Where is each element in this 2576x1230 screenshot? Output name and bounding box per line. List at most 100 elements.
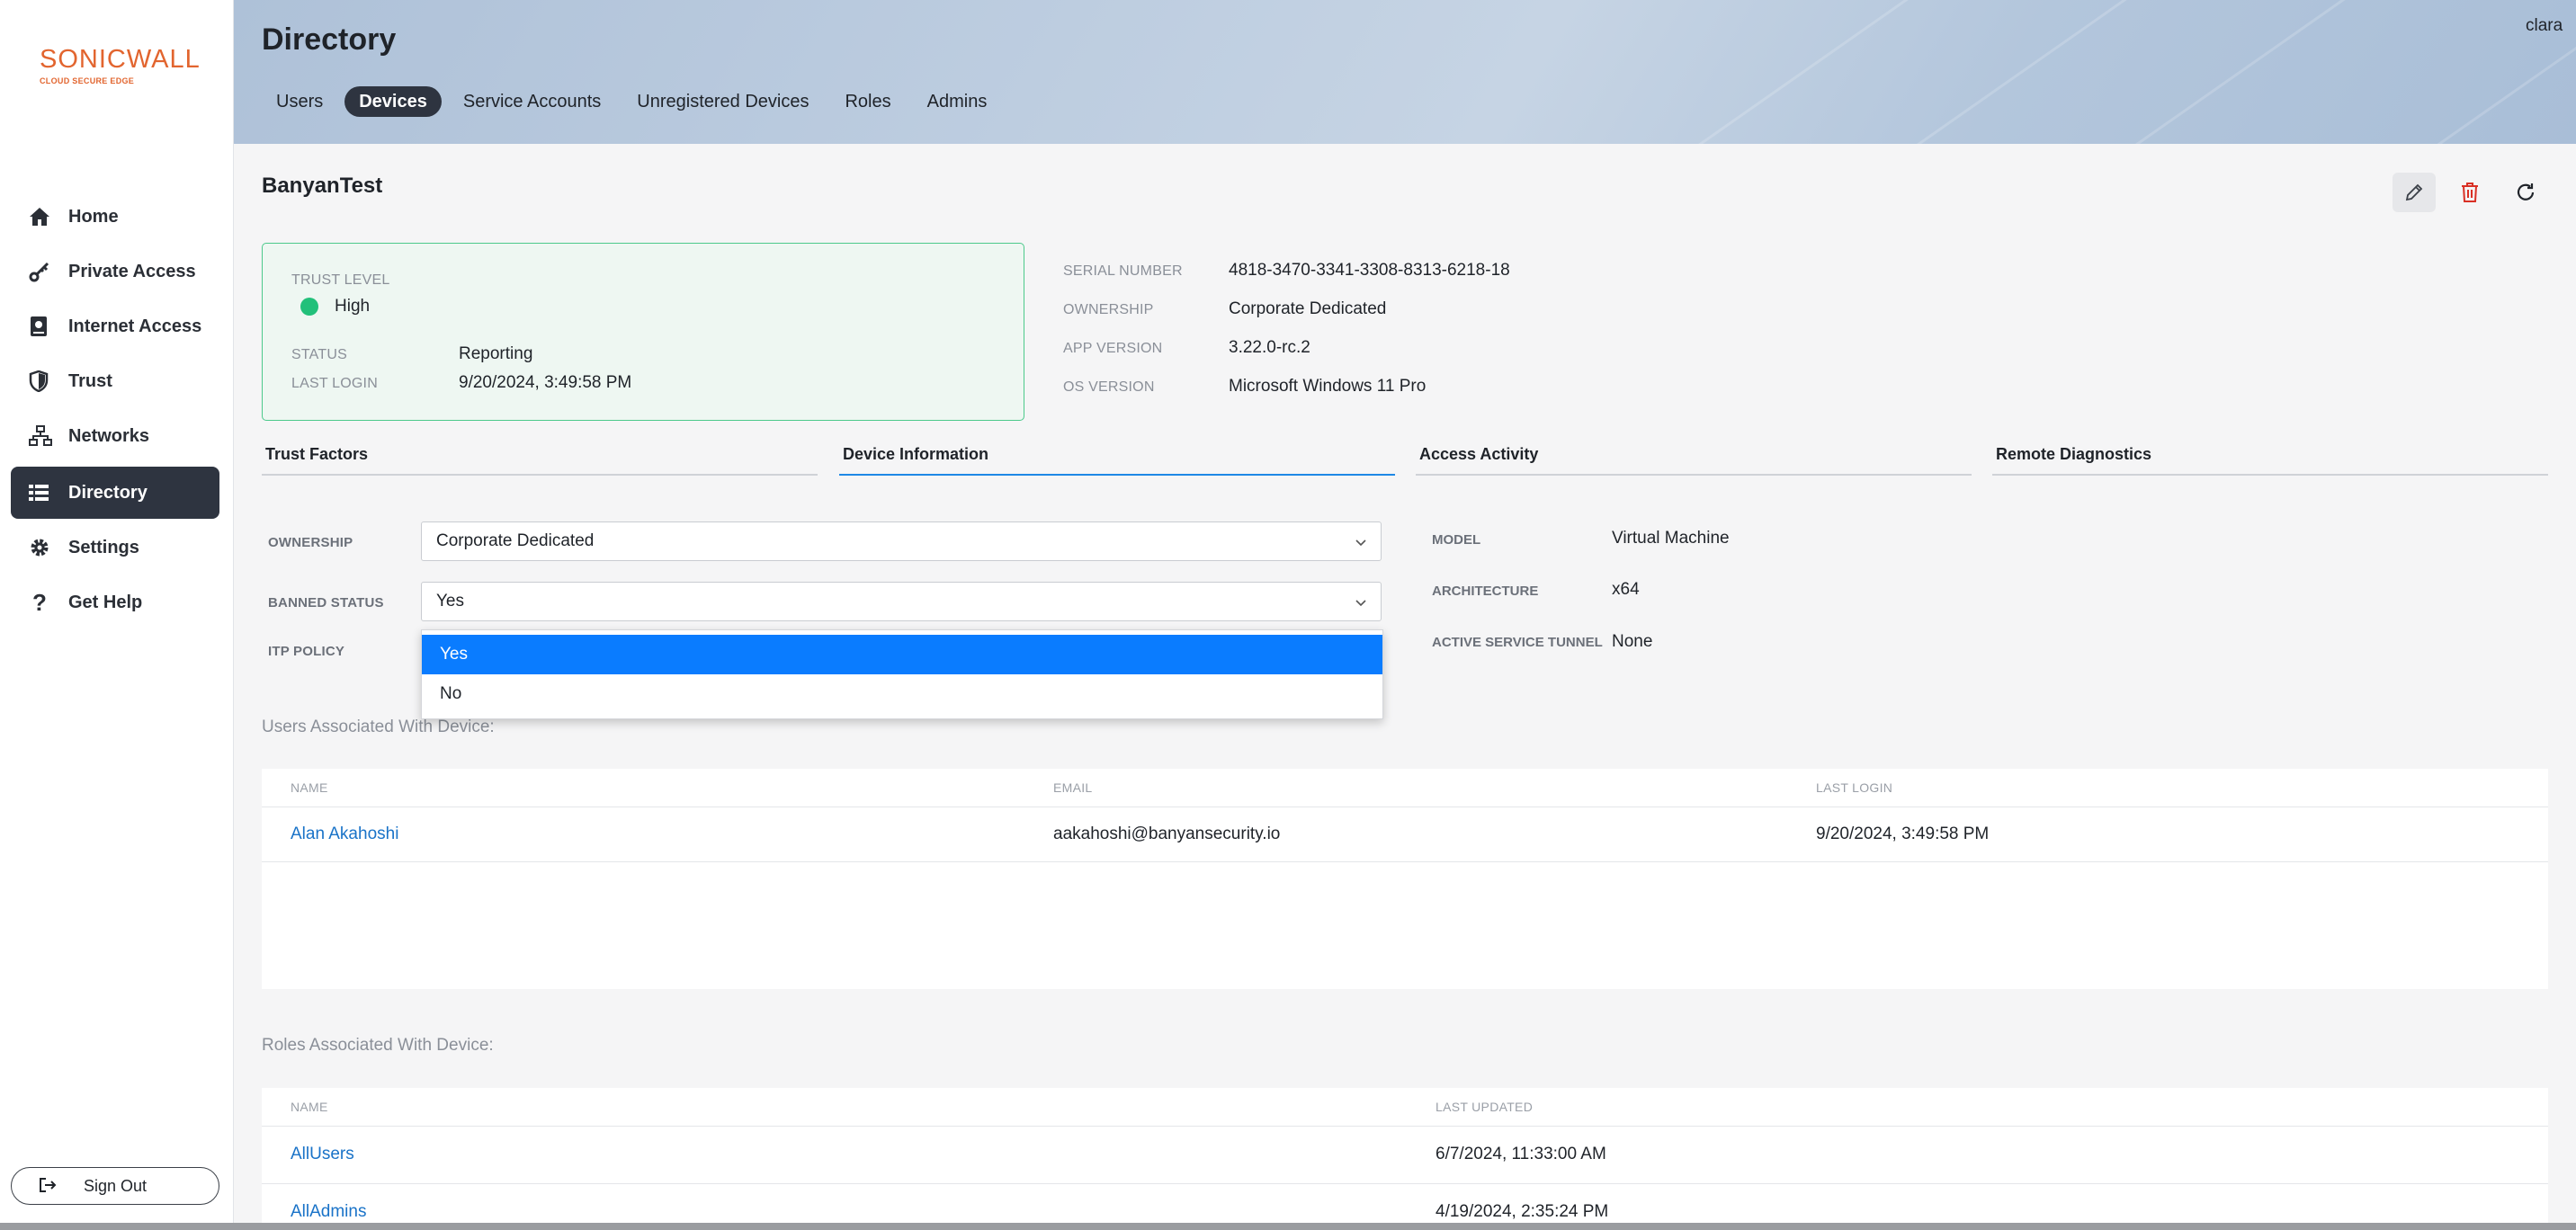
header-decoration xyxy=(1695,0,2576,144)
trash-icon xyxy=(2462,183,2478,202)
sonicwall-logo[interactable]: SONICWALL CLOUD SECURE EDGE xyxy=(40,45,201,85)
model-value: Virtual Machine xyxy=(1612,529,1730,548)
tab-roles[interactable]: Roles xyxy=(830,86,905,117)
subtab-access-activity[interactable]: Access Activity xyxy=(1416,445,1972,476)
sidebar-item-label: Get Help xyxy=(68,592,143,612)
chevron-down-icon xyxy=(1355,600,1366,607)
trust-summary-card: TRUST LEVEL High STATUS Reporting LAST L… xyxy=(262,243,1024,421)
dropdown-option-yes[interactable]: Yes xyxy=(422,635,1382,674)
sidebar-item-internet-access[interactable]: Internet Access xyxy=(11,300,219,352)
edit-button[interactable] xyxy=(2393,173,2436,212)
active-service-tunnel-label: ACTIVE SERVICE TUNNEL xyxy=(1432,635,1603,650)
column-header-name: NAME xyxy=(291,780,328,795)
refresh-icon xyxy=(2517,183,2535,201)
sidebar-item-label: Settings xyxy=(68,537,139,557)
banned-status-value: Yes xyxy=(436,592,464,611)
app-version-label: APP VERSION xyxy=(1063,341,1163,356)
sign-out-label: Sign Out xyxy=(83,1176,148,1195)
sidebar-item-label: Home xyxy=(68,206,119,227)
list-icon xyxy=(29,481,56,504)
model-label: MODEL xyxy=(1432,532,1481,548)
key-icon xyxy=(29,260,56,283)
subtab-remote-diagnostics[interactable]: Remote Diagnostics xyxy=(1992,445,2548,476)
users-section-title: Users Associated With Device: xyxy=(262,718,495,736)
delete-button[interactable] xyxy=(2448,173,2491,212)
ownership-select-value: Corporate Dedicated xyxy=(436,531,595,550)
tab-admins[interactable]: Admins xyxy=(913,86,1002,117)
ownership-value: Corporate Dedicated xyxy=(1229,299,1387,318)
sidebar-item-get-help[interactable]: ? Get Help xyxy=(11,576,219,628)
sidebar-item-settings[interactable]: Settings xyxy=(11,521,219,574)
sign-out-button[interactable]: Sign Out xyxy=(11,1167,219,1205)
pencil-icon xyxy=(2405,183,2423,201)
trust-level-value: High xyxy=(335,297,371,316)
sign-out-icon xyxy=(39,1177,57,1198)
column-header-last-updated: LAST UPDATED xyxy=(1436,1100,1534,1114)
device-title: BanyanTest xyxy=(262,174,383,198)
directory-tabs: Users Devices Service Accounts Unregiste… xyxy=(262,86,1001,117)
tab-devices[interactable]: Devices xyxy=(344,86,442,117)
sidebar-item-private-access[interactable]: Private Access xyxy=(11,245,219,298)
app-version-value: 3.22.0-rc.2 xyxy=(1229,338,1310,357)
roles-table: NAME LAST UPDATED AllUsers 6/7/2024, 11:… xyxy=(262,1088,2548,1223)
dropdown-option-no[interactable]: No xyxy=(422,674,1382,714)
ownership-field-label: OWNERSHIP xyxy=(268,535,353,550)
network-icon xyxy=(29,424,56,448)
window-bottom-edge xyxy=(0,1223,2576,1230)
role-name-link[interactable]: AllUsers xyxy=(291,1145,354,1164)
role-last-updated: 4/19/2024, 2:35:24 PM xyxy=(1436,1202,1609,1221)
question-icon: ? xyxy=(32,588,47,616)
serial-number-value: 4818-3470-3341-3308-8313-6218-18 xyxy=(1229,261,1510,280)
banned-status-label: BANNED STATUS xyxy=(268,595,384,611)
sidebar-item-networks[interactable]: Networks xyxy=(11,410,219,462)
active-service-tunnel-value: None xyxy=(1612,632,1653,651)
sidebar-item-label: Private Access xyxy=(68,261,196,281)
sidebar-item-label: Networks xyxy=(68,425,150,446)
current-user[interactable]: clara xyxy=(2526,16,2563,36)
user-last-login: 9/20/2024, 3:49:58 PM xyxy=(1816,824,1990,843)
table-row[interactable]: AllUsers 6/7/2024, 11:33:00 AM xyxy=(262,1126,2548,1183)
sidebar: SONICWALL CLOUD SECURE EDGE Home Private… xyxy=(0,0,234,1223)
users-table: NAME EMAIL LAST LOGIN Alan Akahoshi aaka… xyxy=(262,769,2548,989)
architecture-label: ARCHITECTURE xyxy=(1432,584,1539,599)
banned-status-select[interactable]: Yes xyxy=(421,582,1382,621)
book-icon xyxy=(29,315,56,338)
logo-wordmark: SONICWALL xyxy=(40,45,201,74)
column-header-email: EMAIL xyxy=(1053,780,1093,795)
tab-unregistered-devices[interactable]: Unregistered Devices xyxy=(622,86,823,117)
subtab-device-information[interactable]: Device Information xyxy=(839,445,1395,476)
column-header-last-login: LAST LOGIN xyxy=(1816,780,1893,795)
banned-status-dropdown: Yes No xyxy=(421,629,1383,719)
ownership-select[interactable]: Corporate Dedicated xyxy=(421,521,1382,561)
sidebar-item-label: Trust xyxy=(68,370,112,391)
sidebar-item-home[interactable]: Home xyxy=(11,191,219,243)
role-name-link[interactable]: AllAdmins xyxy=(291,1202,366,1222)
status-label: STATUS xyxy=(291,347,347,362)
tab-users[interactable]: Users xyxy=(262,86,337,117)
itp-policy-label: ITP POLICY xyxy=(268,644,345,659)
os-version-label: OS VERSION xyxy=(1063,379,1155,395)
refresh-button[interactable] xyxy=(2504,173,2547,212)
serial-number-label: SERIAL NUMBER xyxy=(1063,263,1183,279)
subtab-trust-factors[interactable]: Trust Factors xyxy=(262,445,818,476)
tab-service-accounts[interactable]: Service Accounts xyxy=(449,86,615,117)
header-decoration xyxy=(1426,0,2460,144)
os-version-value: Microsoft Windows 11 Pro xyxy=(1229,377,1427,396)
trust-level-label: TRUST LEVEL xyxy=(291,272,390,288)
last-login-label: LAST LOGIN xyxy=(291,376,378,391)
page-title: Directory xyxy=(262,22,397,57)
user-email: aakahoshi@banyansecurity.io xyxy=(1053,824,1281,843)
page-header: Directory Users Devices Service Accounts… xyxy=(234,0,2576,144)
ownership-label: OWNERSHIP xyxy=(1063,302,1154,317)
last-login-value: 9/20/2024, 3:49:58 PM xyxy=(459,373,632,392)
column-header-name: NAME xyxy=(291,1100,328,1114)
role-last-updated: 6/7/2024, 11:33:00 AM xyxy=(1436,1145,1606,1163)
architecture-value: x64 xyxy=(1612,580,1640,599)
sidebar-item-label: Directory xyxy=(68,482,148,503)
table-row[interactable]: Alan Akahoshi aakahoshi@banyansecurity.i… xyxy=(262,807,2548,862)
logo-tagline: CLOUD SECURE EDGE xyxy=(40,76,135,85)
sidebar-item-directory[interactable]: Directory xyxy=(11,467,219,519)
user-name-link[interactable]: Alan Akahoshi xyxy=(291,824,398,844)
status-value: Reporting xyxy=(459,344,533,363)
sidebar-item-trust[interactable]: Trust xyxy=(11,355,219,407)
